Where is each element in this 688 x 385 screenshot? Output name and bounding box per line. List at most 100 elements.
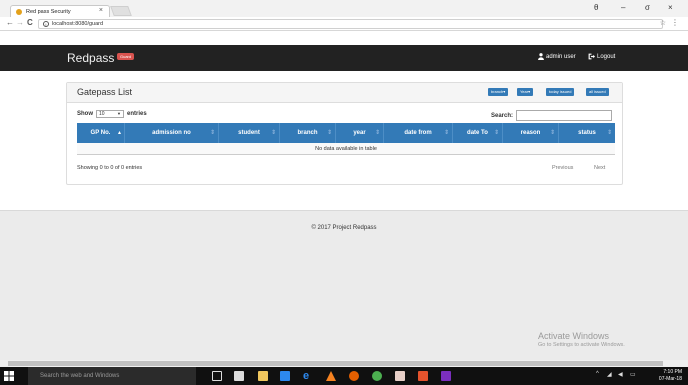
column-header[interactable]: reason ⇕ — [503, 123, 559, 143]
watermark-subtitle: Go to Settings to activate Windows. — [538, 342, 625, 348]
app-navbar: Redpass Guard admin user Logout — [0, 45, 688, 71]
sort-icon: ⇕ — [493, 130, 499, 136]
table-search: Search: — [491, 110, 613, 121]
windows-taskbar: Search the web and Windows e ^ ◢ ◀ ▭ 7:1… — [0, 367, 688, 385]
page-length-value: 10 — [99, 111, 105, 117]
sort-asc-icon: ▴ — [117, 130, 121, 136]
vlc-icon[interactable] — [326, 371, 336, 381]
table-info: Showing 0 to 0 of 0 entries — [77, 165, 143, 171]
copyright-text: © 2017 Project Redpass — [311, 225, 377, 231]
role-badge: Guard — [117, 53, 135, 60]
column-label: student — [238, 130, 260, 136]
profile-icon[interactable]: θ — [594, 3, 598, 12]
back-icon[interactable]: ← — [6, 18, 14, 27]
column-header[interactable]: status ⇕ — [559, 123, 615, 143]
favicon-icon — [16, 8, 22, 15]
network-icon[interactable]: ◢ — [607, 371, 612, 378]
bookmark-star-icon[interactable]: ☆ — [660, 19, 666, 27]
new-tab-button[interactable] — [110, 6, 132, 16]
sort-icon: ⇕ — [209, 130, 215, 136]
close-window-icon[interactable]: × — [668, 3, 673, 12]
taskbar-search[interactable]: Search the web and Windows — [28, 367, 196, 385]
all-issued-button[interactable]: all issued — [586, 88, 609, 96]
site-info-icon[interactable]: i — [43, 20, 49, 27]
logout-label: Logout — [597, 53, 616, 60]
tray-chevron-icon[interactable]: ^ — [596, 371, 599, 377]
column-label: GP No. — [90, 130, 111, 136]
sort-icon: ⇕ — [443, 130, 449, 136]
url-text: localhost:8080/guard — [52, 21, 104, 27]
page-length-select[interactable]: 10 ▼ — [96, 110, 124, 118]
browser-tab[interactable]: Red pass Security × — [10, 5, 110, 17]
today-issued-button[interactable]: today issued — [546, 88, 575, 96]
user-menu[interactable]: admin user — [538, 53, 576, 60]
column-label: admission no — [152, 130, 191, 136]
branch-filter-button[interactable]: branch▾ — [488, 88, 509, 96]
tab-close-icon[interactable]: × — [99, 7, 103, 14]
windows-start-icon[interactable] — [4, 371, 14, 381]
column-label: date To — [467, 130, 488, 136]
column-label: branch — [297, 130, 318, 136]
sort-icon: ⇕ — [549, 130, 555, 136]
clock-date: 07-Mar-18 — [658, 376, 682, 382]
app-icon[interactable] — [280, 371, 290, 381]
volume-icon[interactable]: ◀ — [618, 371, 623, 378]
forward-icon[interactable]: → — [16, 18, 24, 27]
clock-time: 7:10 PM — [663, 369, 682, 375]
app-icon[interactable] — [395, 371, 405, 381]
firefox-icon[interactable] — [349, 371, 359, 381]
entries-label: entries — [127, 111, 147, 117]
horizontal-scrollbar[interactable] — [0, 360, 688, 367]
user-icon — [538, 53, 544, 60]
maximize-icon[interactable]: σ — [645, 3, 650, 12]
previous-page-button[interactable]: Previous — [552, 165, 573, 171]
chrome-icon[interactable] — [372, 371, 382, 381]
column-label: year — [353, 130, 366, 136]
table-header: GP No. ▴ admission no ⇕ student ⇕ branch ⇕ y… — [77, 123, 615, 143]
chevron-down-icon: ▼ — [117, 111, 121, 116]
watermark-title: Activate Windows — [538, 331, 610, 341]
app-icon[interactable] — [418, 371, 428, 381]
address-bar-row: ← → C i localhost:8080/guard ☆ ⋮ — [0, 17, 688, 31]
page-length-control: Show 10 ▼ entries — [77, 110, 147, 118]
column-label: reason — [520, 130, 541, 136]
file-explorer-icon[interactable] — [258, 371, 268, 381]
year-filter-button[interactable]: Year▾ — [517, 88, 534, 96]
task-view-icon[interactable] — [212, 371, 222, 381]
column-header[interactable]: date from ⇕ — [384, 123, 453, 143]
column-header[interactable]: GP No. ▴ — [77, 123, 125, 143]
next-page-button[interactable]: Next — [594, 165, 605, 171]
search-input[interactable] — [516, 110, 613, 121]
reload-icon[interactable]: C — [27, 18, 33, 27]
logout-link[interactable]: Logout — [588, 53, 615, 60]
brand-logo[interactable]: Redpass — [67, 51, 114, 65]
column-header[interactable]: branch ⇕ — [280, 123, 336, 143]
logout-icon — [588, 53, 595, 60]
edge-icon[interactable]: e — [303, 371, 313, 382]
taskbar-clock[interactable]: 7:10 PM 07-Mar-18 — [659, 369, 682, 383]
column-header[interactable]: year ⇕ — [336, 123, 384, 143]
sort-icon: ⇕ — [374, 130, 380, 136]
activate-windows-watermark: Activate Windows Go to Settings to activ… — [538, 331, 625, 348]
minimize-icon[interactable]: – — [621, 3, 625, 12]
column-header[interactable]: admission no ⇕ — [125, 123, 219, 143]
column-label: date from — [404, 130, 432, 136]
user-name: admin user — [546, 53, 576, 60]
app-icon[interactable] — [441, 371, 451, 381]
scrollbar-thumb[interactable] — [8, 361, 663, 366]
search-label: Search: — [491, 112, 514, 119]
column-label: status — [578, 130, 596, 136]
sort-icon: ⇕ — [270, 130, 276, 136]
empty-table-row: No data available in table — [77, 143, 615, 155]
tab-title: Red pass Security — [26, 8, 71, 15]
column-header[interactable]: date To ⇕ — [453, 123, 503, 143]
browser-menu-icon[interactable]: ⋮ — [671, 18, 679, 27]
address-bar[interactable]: i localhost:8080/guard — [38, 19, 663, 29]
page-title: Gatepass List — [77, 87, 133, 97]
store-icon[interactable] — [234, 371, 244, 381]
sort-icon: ⇕ — [606, 130, 612, 136]
show-label: Show — [77, 111, 93, 117]
notification-icon[interactable]: ▭ — [630, 371, 636, 378]
column-header[interactable]: student ⇕ — [219, 123, 280, 143]
sort-icon: ⇕ — [326, 130, 332, 136]
